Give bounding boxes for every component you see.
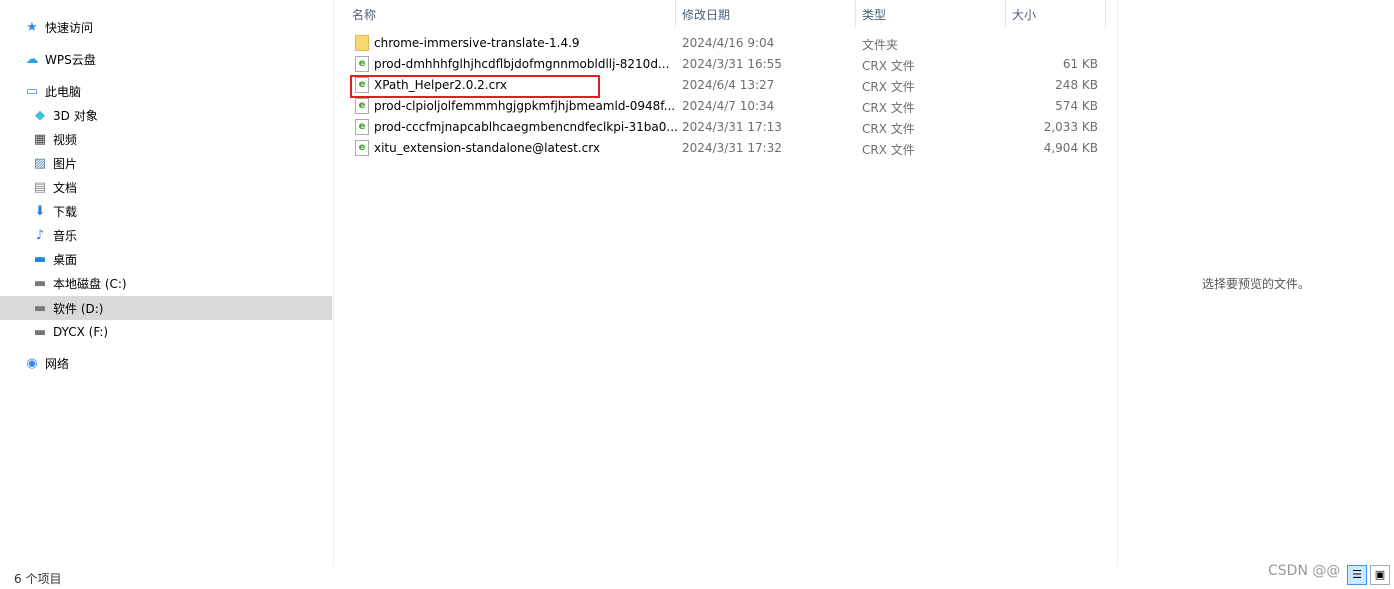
highlight-annotation (350, 75, 600, 98)
large-icons-view-button[interactable]: ▣ (1370, 565, 1390, 585)
file-size: 574 KB (1055, 99, 1098, 113)
sidebar-item-label: 文档 (53, 180, 78, 195)
sidebar-item[interactable]: ▬ 本地磁盘 (C:) (0, 271, 332, 295)
file-date: 2024/3/31 16:55 (682, 57, 782, 71)
file-name: prod-cccfmjnapcablhcaegmbencndfeclkpi-31… (374, 120, 678, 134)
file-row[interactable]: e xitu_extension-standalone@latest.crx 202… (350, 138, 1105, 159)
sidebar-item[interactable]: ◆ 3D 对象 (0, 103, 332, 127)
sidebar-item[interactable]: ▨ 图片 (0, 151, 332, 175)
pane-divider[interactable] (333, 0, 334, 566)
file-type: CRX 文件 (862, 101, 915, 115)
file-date: 2024/6/4 13:27 (682, 78, 775, 92)
file-type: CRX 文件 (862, 122, 915, 136)
file-date: 2024/3/31 17:32 (682, 141, 782, 155)
file-name: xitu_extension-standalone@latest.crx (374, 141, 600, 155)
column-label: 修改日期 (682, 7, 731, 22)
sidebar-item-label: WPS云盘 (45, 52, 96, 67)
file-date: 2024/3/31 17:13 (682, 120, 782, 134)
sort-ascending-icon: ^ (1050, 0, 1061, 8)
sidebar-item-label: DYCX (F:) (53, 325, 109, 339)
preview-message: 选择要预览的文件。 (1201, 277, 1310, 291)
file-date: 2024/4/7 10:34 (682, 99, 775, 113)
file-row[interactable]: e prod-clpioljolfemmmhgjgpkmfjhjbmeamld-0… (350, 96, 1105, 117)
picture-icon: ▨ (33, 155, 47, 171)
sidebar-item[interactable]: ▬ 桌面 (0, 247, 332, 271)
navigation-pane: ★ 快速访问 ☁ WPS云盘 ▭ 此电脑 ◆ 3D 对象 ▦ 视频 ▨ 图片 ▤ 文档 ⬇ 下载 ♪ 音乐 ▬ 桌面 ▬… (0, 0, 333, 566)
file-size: 4,904 KB (1043, 141, 1098, 155)
sidebar-item[interactable]: ⬇ 下载 (0, 199, 332, 223)
column-label: 名称 (352, 7, 377, 22)
sidebar-item-label: 桌面 (53, 252, 78, 267)
file-row[interactable]: e prod-cccfmjnapcablhcaegmbencndfeclkpi-3… (350, 117, 1105, 138)
crx-file-icon: e (355, 98, 369, 114)
column-divider[interactable] (1105, 0, 1106, 28)
file-name: prod-dmhhhfglhjhcdflbjdofmgnnmobldllj-82… (374, 57, 670, 71)
column-label: 大小 (1012, 7, 1037, 22)
file-type: CRX 文件 (862, 59, 915, 73)
sidebar-item[interactable]: ♪ 音乐 (0, 223, 332, 247)
sidebar-item-label: 音乐 (53, 228, 78, 243)
column-label: 类型 (862, 7, 887, 22)
crx-file-icon: e (355, 119, 369, 135)
sidebar-item-label: 图片 (53, 156, 78, 171)
status-item-count: 6 个项目 (14, 572, 62, 586)
star-icon: ★ (26, 19, 38, 35)
file-size: 248 KB (1055, 78, 1098, 92)
sidebar-item-label: 软件 (D:) (53, 301, 104, 316)
sidebar-item[interactable]: ▭ 此电脑 (0, 79, 332, 103)
desktop-icon: ▬ (33, 251, 47, 267)
cube-icon: ◆ (35, 107, 45, 123)
computer-icon: ▭ (25, 83, 39, 99)
details-view-button[interactable]: ☰ (1347, 565, 1367, 585)
crx-file-icon: e (355, 56, 369, 72)
sidebar-item[interactable]: ▤ 文档 (0, 175, 332, 199)
watermark: CSDN @@ (1268, 563, 1341, 579)
file-size: 2,033 KB (1043, 120, 1098, 134)
file-type: 文件夹 (862, 38, 899, 52)
crx-file-icon: e (355, 140, 369, 156)
column-header-name[interactable]: 名称 (346, 0, 675, 28)
sidebar-item-label: 快速访问 (45, 20, 94, 35)
drive-icon: ▬ (33, 324, 47, 340)
column-header-type[interactable]: 类型 (856, 0, 1005, 28)
file-row[interactable]: chrome-immersive-translate-1.4.9 2024/4/1… (350, 33, 1105, 54)
folder-icon (355, 35, 369, 51)
music-icon: ♪ (35, 227, 45, 243)
drive-icon: ▬ (33, 275, 47, 291)
sidebar-item-label: 视频 (53, 132, 78, 147)
sidebar-item[interactable]: ◉ 网络 (0, 351, 332, 375)
file-size: 61 KB (1062, 57, 1098, 71)
sidebar-item-label: 下载 (53, 204, 78, 219)
sidebar-item[interactable]: ☁ WPS云盘 (0, 47, 332, 71)
file-name: prod-clpioljolfemmmhgjgpkmfjhjbmeamld-09… (374, 99, 676, 113)
network-icon: ◉ (26, 355, 38, 371)
sidebar-item[interactable]: ▦ 视频 (0, 127, 332, 151)
sidebar-item[interactable]: ▬ DYCX (F:) (0, 320, 332, 344)
sidebar-item[interactable]: ★ 快速访问 (0, 15, 332, 39)
column-header-size[interactable]: 大小 ^ (1006, 0, 1105, 28)
sidebar-item-label: 3D 对象 (53, 108, 98, 123)
file-date: 2024/4/16 9:04 (682, 36, 775, 50)
document-icon: ▤ (33, 179, 47, 195)
file-type: CRX 文件 (862, 80, 915, 94)
video-icon: ▦ (33, 131, 47, 147)
file-row[interactable]: e prod-dmhhhfglhjhcdflbjdofmgnnmobldllj-8… (350, 54, 1105, 75)
download-icon: ⬇ (34, 203, 46, 219)
drive-icon: ▬ (33, 300, 47, 316)
file-type: CRX 文件 (862, 143, 915, 157)
file-name: chrome-immersive-translate-1.4.9 (374, 36, 580, 50)
sidebar-item[interactable]: ▬ 软件 (D:) (0, 296, 332, 320)
column-header-date[interactable]: 修改日期 (676, 0, 855, 28)
sidebar-item-label: 网络 (45, 356, 70, 371)
cloud-icon: ☁ (25, 51, 39, 67)
sidebar-item-label: 此电脑 (45, 84, 82, 99)
sidebar-item-label: 本地磁盘 (C:) (53, 276, 127, 291)
